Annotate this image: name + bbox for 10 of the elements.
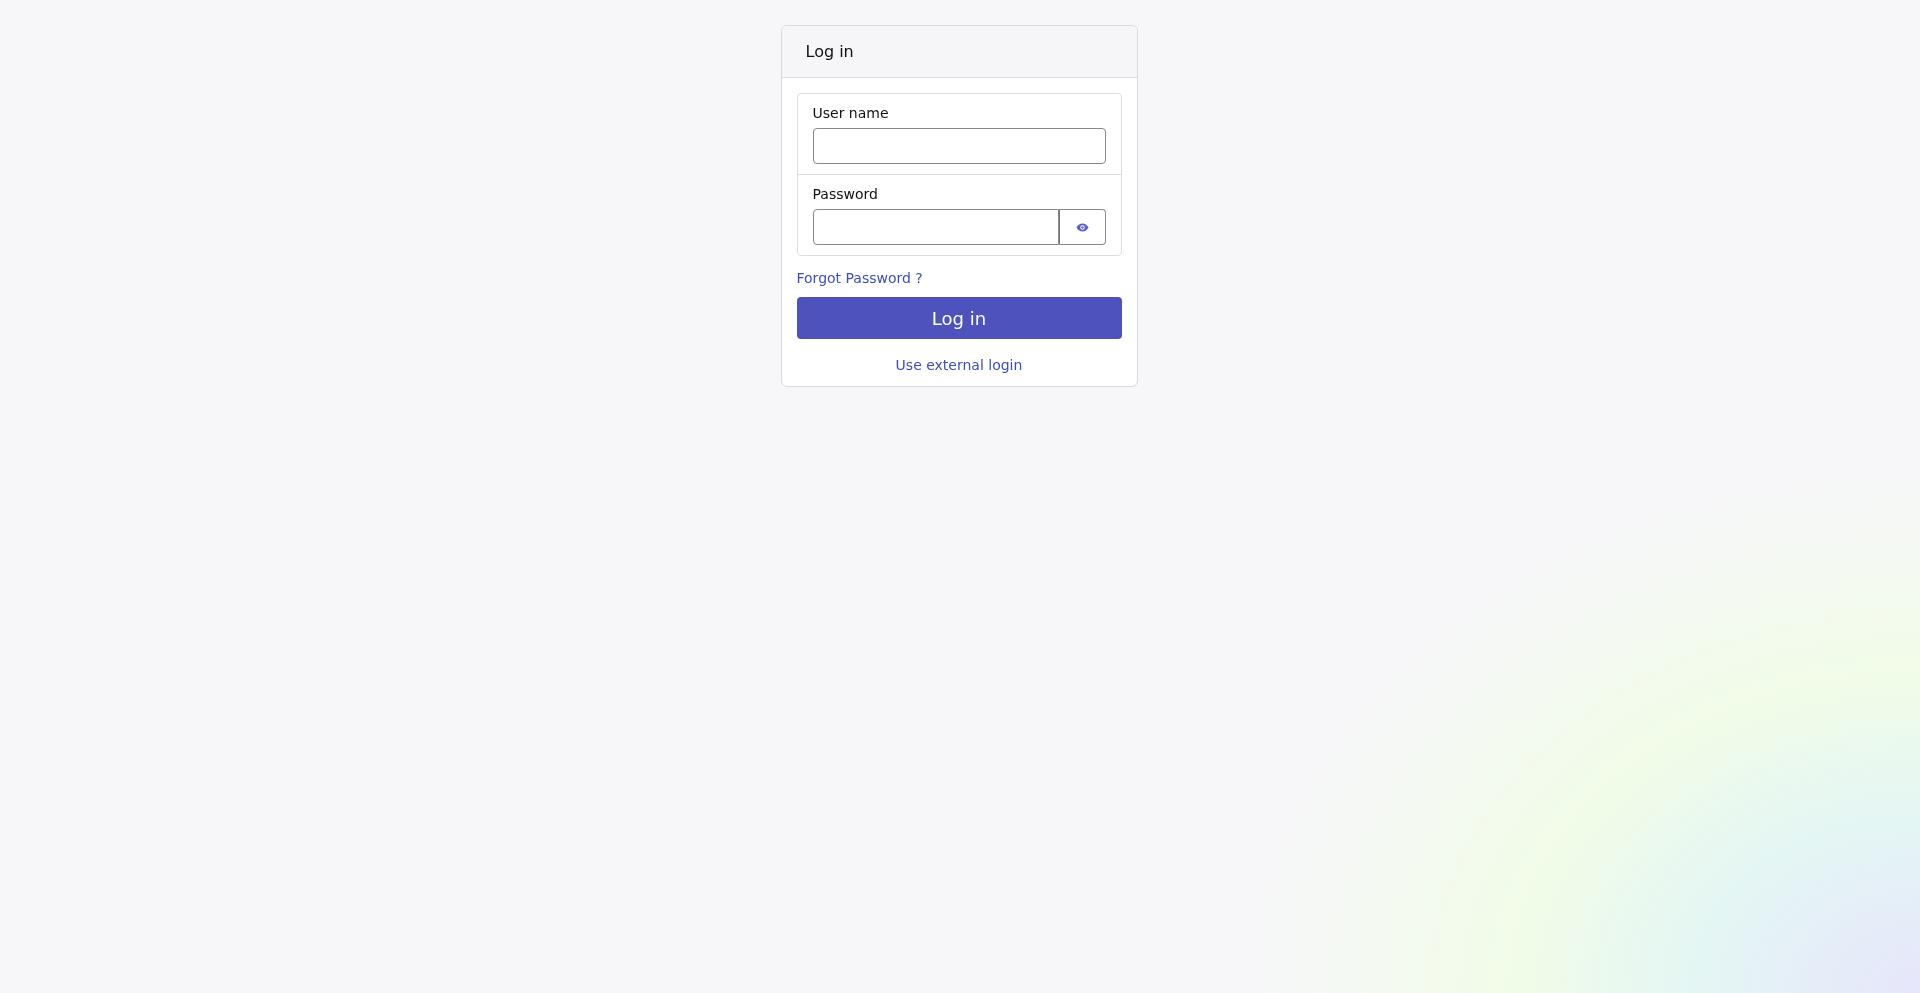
username-field[interactable] bbox=[812, 128, 1106, 164]
show-password-button[interactable] bbox=[1058, 209, 1106, 245]
card-title: Log in bbox=[805, 42, 854, 61]
external-login-link[interactable]: Use external login bbox=[895, 357, 1023, 373]
forgot-password-link[interactable]: Forgot Password ? bbox=[796, 270, 923, 286]
field-label: User name bbox=[812, 105, 890, 121]
login-button[interactable]: Log in bbox=[796, 297, 1122, 339]
password-field[interactable] bbox=[812, 209, 1059, 245]
field-label: Password bbox=[812, 186, 879, 202]
eye-icon bbox=[1075, 222, 1089, 232]
